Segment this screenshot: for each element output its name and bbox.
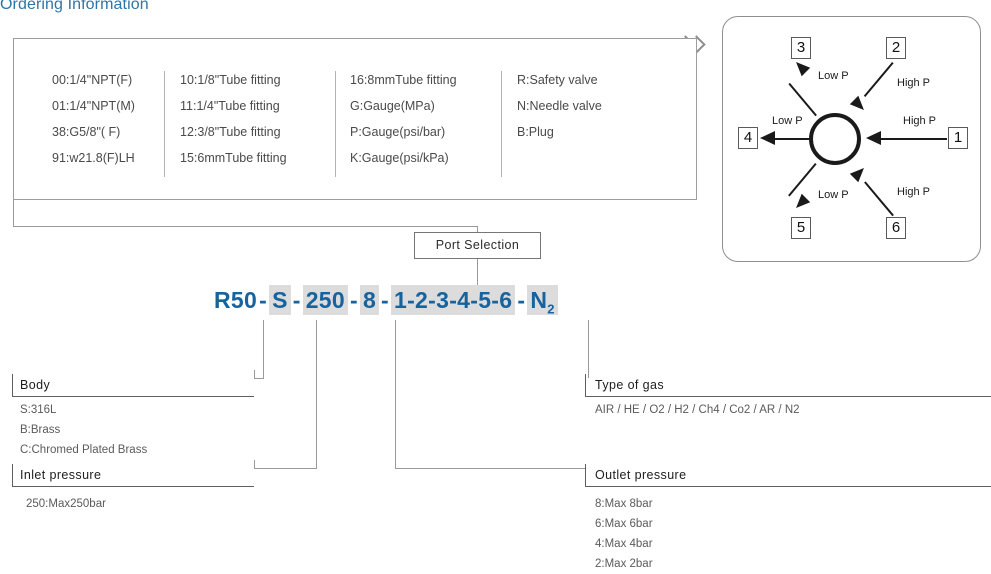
- port-line-4: [775, 138, 809, 140]
- code-body: S: [269, 285, 291, 315]
- legend-item: AIR / HE / O2 / H2 / Ch4 / Co2 / AR / N2: [595, 404, 800, 416]
- table-separator-2: [335, 71, 336, 177]
- table-cell: 12:3/8"Tube fitting: [180, 125, 281, 139]
- port-label-2: High P: [897, 77, 931, 89]
- legend-item: 2:Max 2bar: [595, 558, 653, 570]
- table-cell: P:Gauge(psi/bar): [350, 125, 446, 139]
- legend-inlet-tick: [12, 464, 13, 486]
- table-cell: 01:1/4"NPT(M): [52, 99, 135, 113]
- code-dash-1: -: [259, 287, 268, 313]
- option-table: 00:1/4"NPT(F) 01:1/4"NPT(M) 38:G5/8"( F)…: [13, 38, 697, 200]
- table-cell: 16:8mmTube fitting: [350, 73, 457, 87]
- legend-outlet-tick: [585, 464, 586, 486]
- port-box-4: 4: [738, 127, 758, 149]
- table-cell: N:Needle valve: [517, 99, 602, 113]
- legend-item: 250:Max250bar: [26, 498, 106, 510]
- port-label-5: Low P: [818, 189, 849, 201]
- port-label-1: High P: [903, 115, 937, 127]
- table-cell: 15:6mmTube fitting: [180, 151, 287, 165]
- connector-body-v: [263, 320, 264, 378]
- port-box-5: 5: [791, 217, 811, 239]
- table-cell: 10:1/8"Tube fitting: [180, 73, 281, 87]
- port-label-4: Low P: [772, 115, 803, 127]
- port-box-1: 1: [948, 127, 968, 149]
- connector-gas-v: [588, 320, 589, 378]
- legend-item: 4:Max 4bar: [595, 538, 653, 550]
- table-cell: R:Safety valve: [517, 73, 598, 87]
- port-label-6: High P: [897, 186, 931, 198]
- legend-gas-items: AIR / HE / O2 / H2 / Ch4 / Co2 / AR / N2: [595, 400, 800, 420]
- table-cell: 11:1/4"Tube fitting: [180, 99, 280, 113]
- code-dash-2: -: [292, 287, 301, 313]
- legend-item: 6:Max 6bar: [595, 518, 653, 530]
- legend-gas-rule: [585, 396, 991, 397]
- port-line-1: [881, 138, 947, 140]
- legend-item: C:Chromed Plated Brass: [20, 444, 148, 456]
- legend-outlet-items: 8:Max 8bar 6:Max 6bar 4:Max 4bar 2:Max 2…: [595, 494, 653, 574]
- table-cell: 00:1/4"NPT(F): [52, 73, 133, 87]
- legend-body-title: Body: [20, 378, 51, 392]
- port-box-3: 3: [791, 37, 811, 59]
- code-gas-symbol: N: [530, 287, 548, 313]
- connector-outlet-h: [395, 468, 585, 469]
- page-title: Ordering Information: [0, 0, 149, 13]
- code-inlet: 250: [302, 285, 348, 315]
- table-cell: 38:G5/8"( F): [52, 125, 121, 139]
- port-box-6: 6: [886, 217, 906, 239]
- connector-inlet-v: [316, 320, 317, 468]
- code-series: R50: [214, 287, 258, 313]
- table-separator-1: [164, 71, 165, 177]
- legend-inlet-rule: [12, 486, 254, 487]
- connector-table-to-portsel: [13, 226, 478, 227]
- table-separator-3: [501, 71, 502, 177]
- port-selection-box: Port Selection: [414, 232, 541, 259]
- legend-item: S:316L: [20, 404, 57, 416]
- legend-body-rule: [12, 396, 254, 397]
- legend-outlet-title: Outlet pressure: [595, 468, 687, 482]
- legend-inlet-items: 250:Max250bar: [26, 494, 106, 514]
- table-column-valves: R:Safety valve N:Needle valve B:Plug: [517, 67, 602, 145]
- product-code: R50- S -250-8-1-2-3-4-5-6- N2: [214, 285, 558, 325]
- legend-item: 8:Max 8bar: [595, 498, 653, 510]
- table-column-tube-fittings: 10:1/8"Tube fitting 11:1/4"Tube fitting …: [180, 67, 287, 171]
- connector-outlet-v: [395, 320, 396, 468]
- code-gas-subscript: 2: [547, 301, 555, 317]
- connector-portsel-to-code: [477, 259, 478, 287]
- port-arrowhead-1: [866, 131, 881, 145]
- port-arrowhead-4: [760, 131, 775, 145]
- table-cell: K:Gauge(psi/kPa): [350, 151, 449, 165]
- legend-outlet-rule: [585, 486, 991, 487]
- code-outlet: 8: [359, 285, 380, 315]
- code-dash-4: -: [381, 287, 389, 313]
- port-label-3: Low P: [818, 70, 849, 82]
- connector-inlet-stub: [254, 460, 255, 469]
- connector-body-stub: [254, 370, 255, 379]
- legend-body-tick: [12, 374, 13, 396]
- legend-item: B:Brass: [20, 424, 61, 436]
- legend-gas-title: Type of gas: [595, 378, 665, 392]
- legend-gas-tick: [585, 374, 586, 396]
- code-ports: 1-2-3-4-5-6: [391, 285, 516, 315]
- connector-table-left-down: [13, 44, 14, 226]
- code-dash-5: -: [517, 287, 526, 313]
- connector-body-h: [254, 378, 264, 379]
- table-cell: G:Gauge(MPa): [350, 99, 435, 113]
- code-gas: N2: [527, 285, 558, 317]
- table-column-gauges: 16:8mmTube fitting G:Gauge(MPa) P:Gauge(…: [350, 67, 457, 171]
- legend-inlet-title: Inlet pressure: [20, 468, 102, 482]
- code-dash-3: -: [349, 287, 358, 313]
- connector-inlet-h: [254, 468, 317, 469]
- table-column-port-connections: 00:1/4"NPT(F) 01:1/4"NPT(M) 38:G5/8"( F)…: [52, 67, 135, 171]
- table-cell: B:Plug: [517, 125, 554, 139]
- port-body-circle: [809, 113, 861, 165]
- port-box-2: 2: [886, 37, 906, 59]
- table-cell: 91:w21.8(F)LH: [52, 151, 135, 165]
- legend-body-items: S:316L B:Brass C:Chromed Plated Brass: [20, 400, 147, 460]
